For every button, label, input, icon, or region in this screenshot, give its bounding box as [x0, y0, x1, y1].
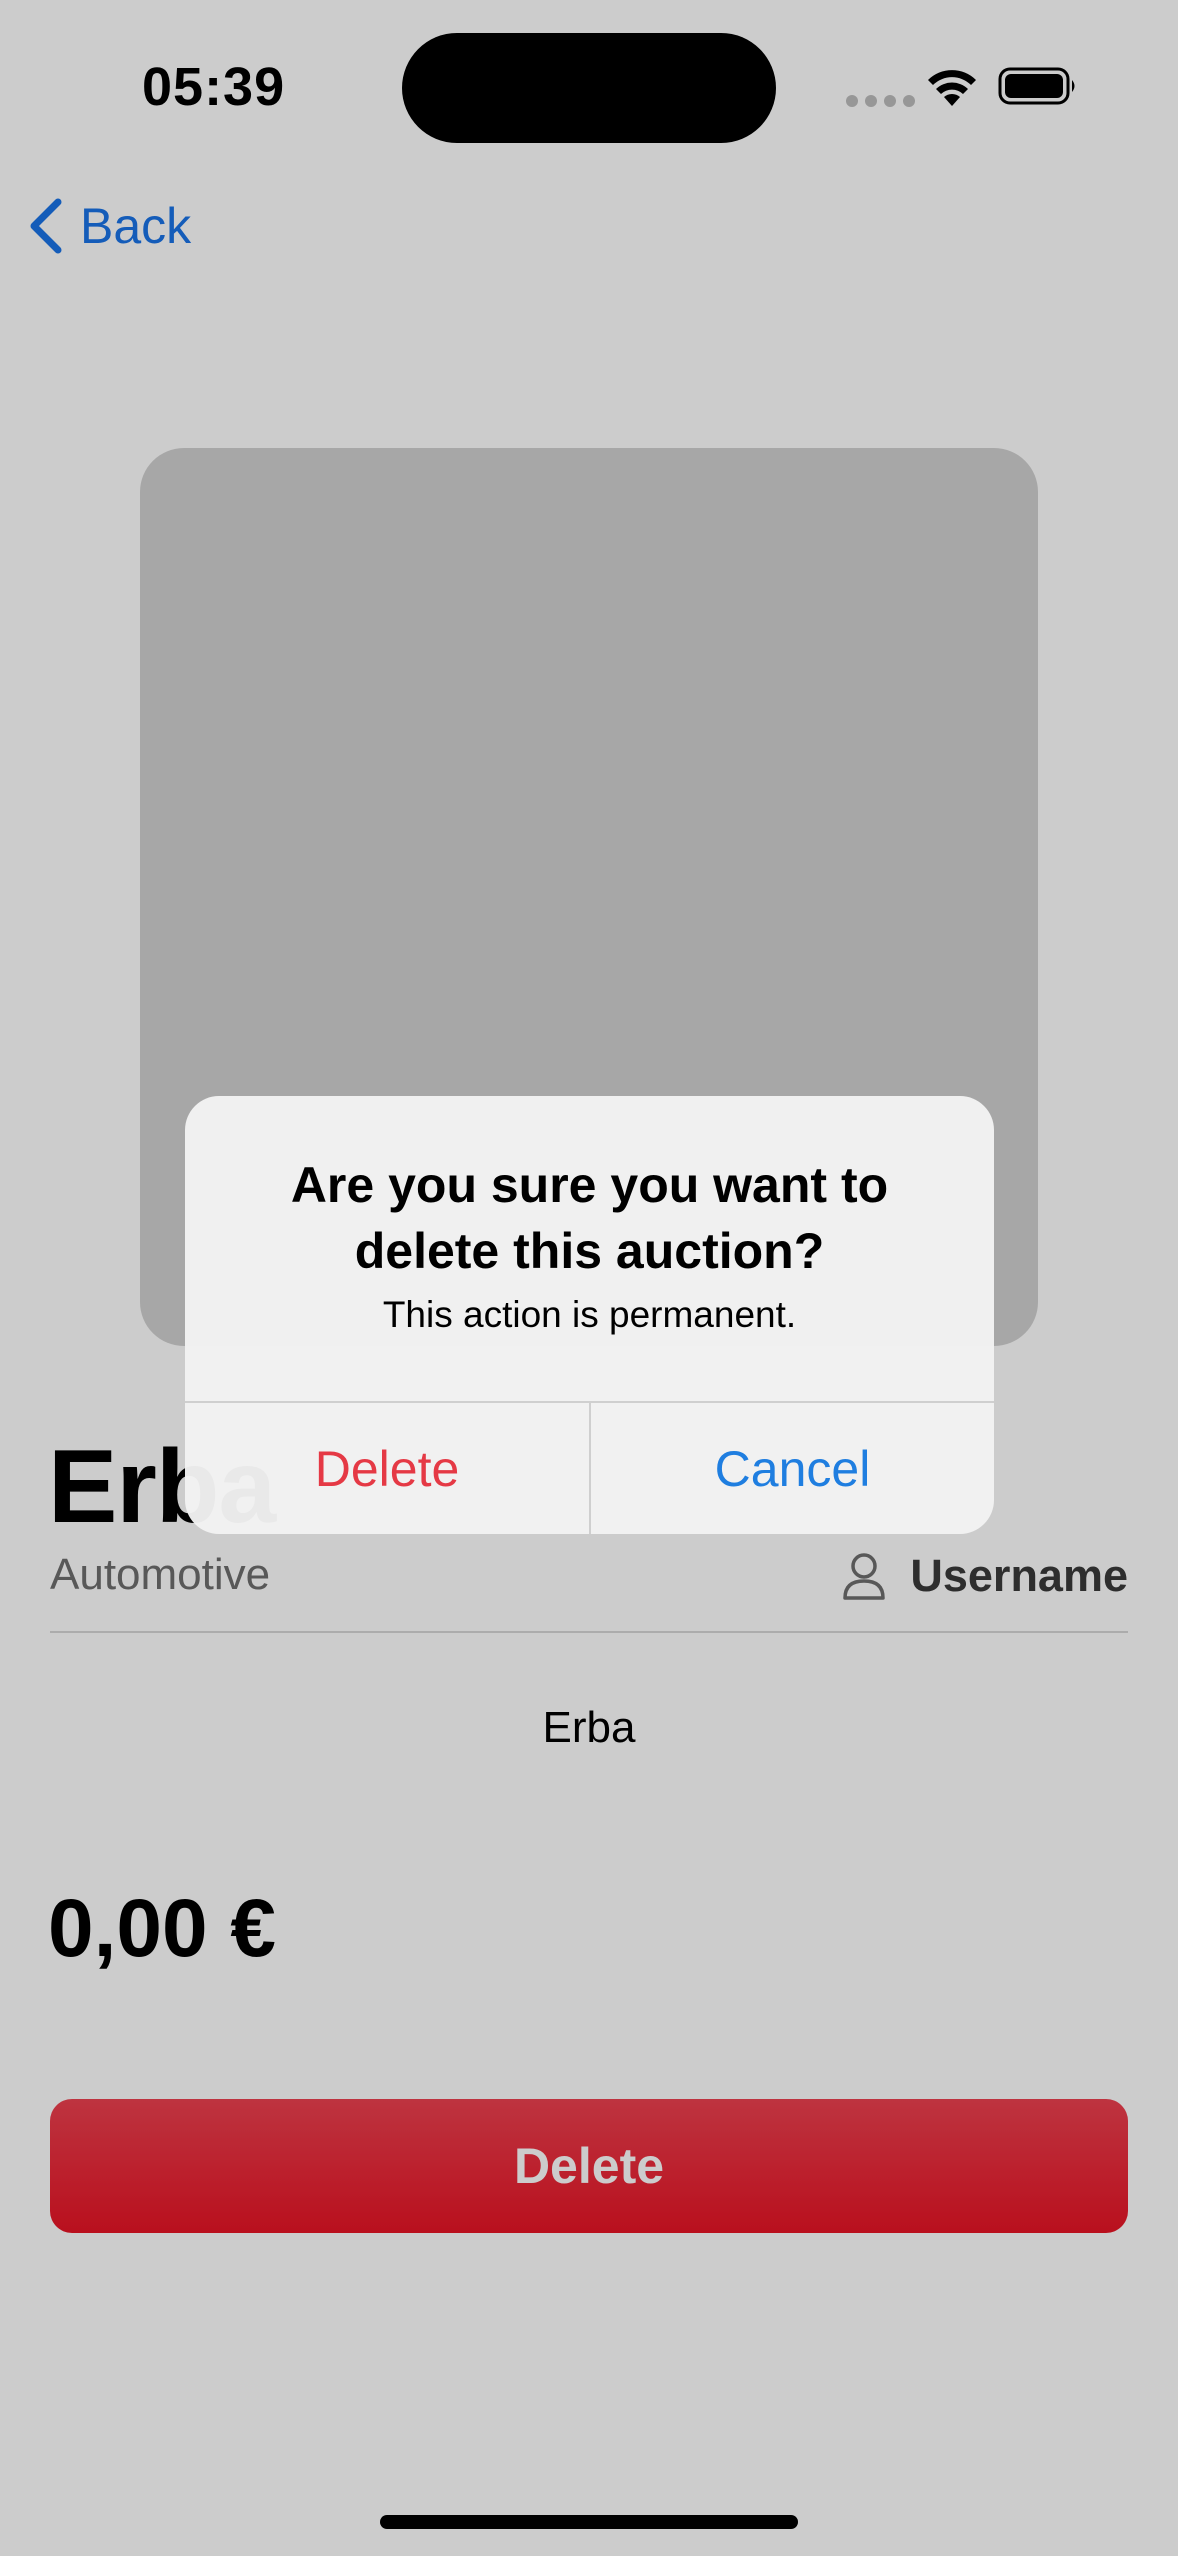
alert-delete-button[interactable]: Delete — [185, 1403, 589, 1534]
delete-confirmation-alert: Are you sure you want to delete this auc… — [185, 1096, 994, 1534]
alert-title: Are you sure you want to delete this auc… — [290, 1157, 889, 1279]
alert-message: This action is permanent. — [382, 1294, 797, 1335]
auction-detail-screen: 05:39 Back Erba Automotive Username Erba… — [0, 0, 1178, 2556]
alert-cancel-button[interactable]: Cancel — [591, 1403, 994, 1534]
